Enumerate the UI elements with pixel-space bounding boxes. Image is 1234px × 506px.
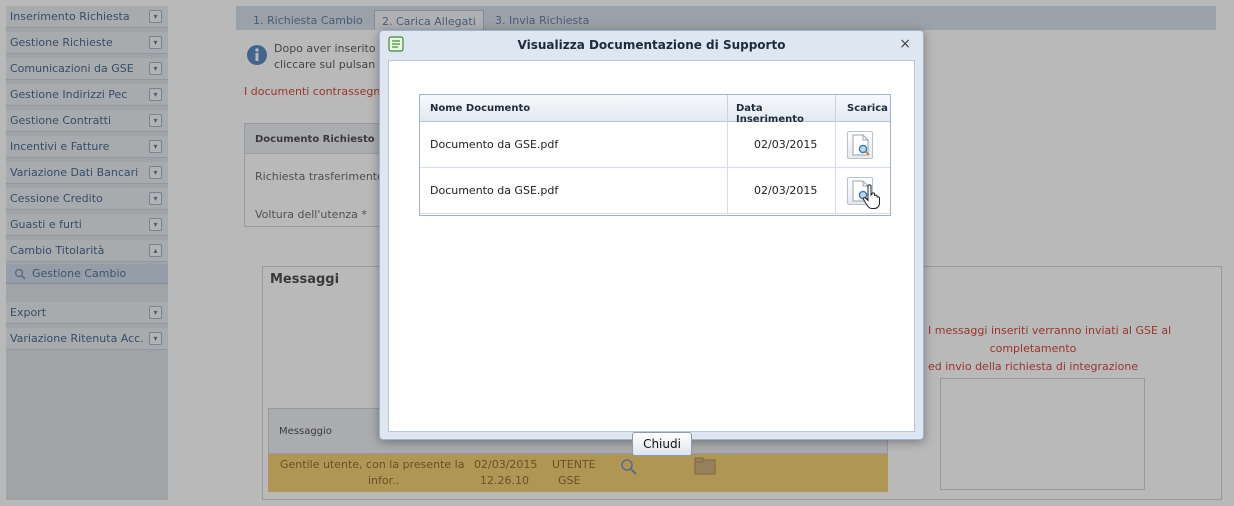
close-button[interactable]: Chiudi — [632, 432, 692, 456]
table-row[interactable]: Documento da GSE.pdf 02/03/2015 — [420, 168, 890, 214]
column-header-nome[interactable]: Nome Documento — [430, 95, 720, 122]
mouse-cursor-icon — [862, 184, 880, 209]
grid-header: Nome Documento Data Inserimento Scarica — [420, 95, 890, 125]
document-date: 02/03/2015 — [727, 168, 831, 213]
column-header-data[interactable]: Data Inserimento — [727, 95, 831, 125]
download-cell — [835, 168, 890, 213]
download-cell — [835, 122, 890, 167]
documents-grid: Nome Documento Data Inserimento Scarica … — [419, 94, 891, 216]
dialog-titlebar: Visualizza Documentazione di Supporto × — [380, 31, 923, 59]
document-date: 02/03/2015 — [727, 122, 831, 167]
column-header-scarica[interactable]: Scarica — [835, 95, 890, 122]
dialog-body: Nome Documento Data Inserimento Scarica … — [388, 60, 915, 456]
close-icon[interactable]: × — [899, 36, 911, 52]
download-button[interactable] — [847, 131, 873, 159]
table-row[interactable]: Documento da GSE.pdf 02/03/2015 — [420, 122, 890, 168]
documentation-dialog: Visualizza Documentazione di Supporto × … — [379, 30, 924, 456]
dialog-title: Visualizza Documentazione di Supporto — [517, 38, 786, 52]
document-name: Documento da GSE.pdf — [430, 184, 559, 197]
document-name: Documento da GSE.pdf — [430, 138, 559, 151]
document-search-icon — [852, 134, 870, 156]
